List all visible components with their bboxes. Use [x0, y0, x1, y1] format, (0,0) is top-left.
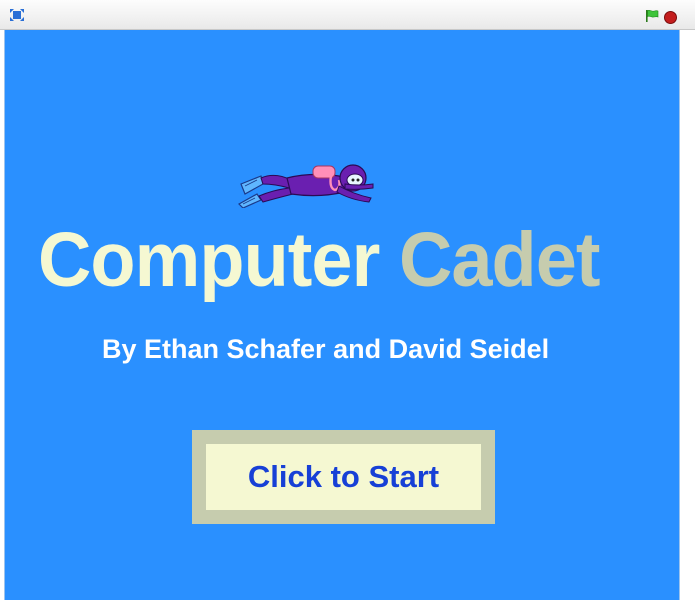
author-credit: By Ethan Schafer and David Seidel	[102, 334, 550, 364]
title-word-computer: Computer	[38, 217, 380, 303]
fullscreen-icon[interactable]	[9, 8, 25, 22]
stop-icon[interactable]	[664, 11, 677, 24]
game-title: Computer Cadet	[38, 222, 633, 299]
stage[interactable]: Computer Cadet By Ethan Schafer and Davi…	[4, 30, 680, 600]
green-flag-icon[interactable]	[645, 9, 659, 23]
start-button[interactable]: Click to Start	[192, 430, 495, 524]
scuba-diver-sprite[interactable]	[235, 154, 375, 208]
start-button-face[interactable]: Click to Start	[206, 444, 481, 510]
start-button-label: Click to Start	[247, 459, 440, 494]
player-toolbar	[0, 0, 695, 30]
title-word-cadet: Cadet	[398, 217, 601, 303]
